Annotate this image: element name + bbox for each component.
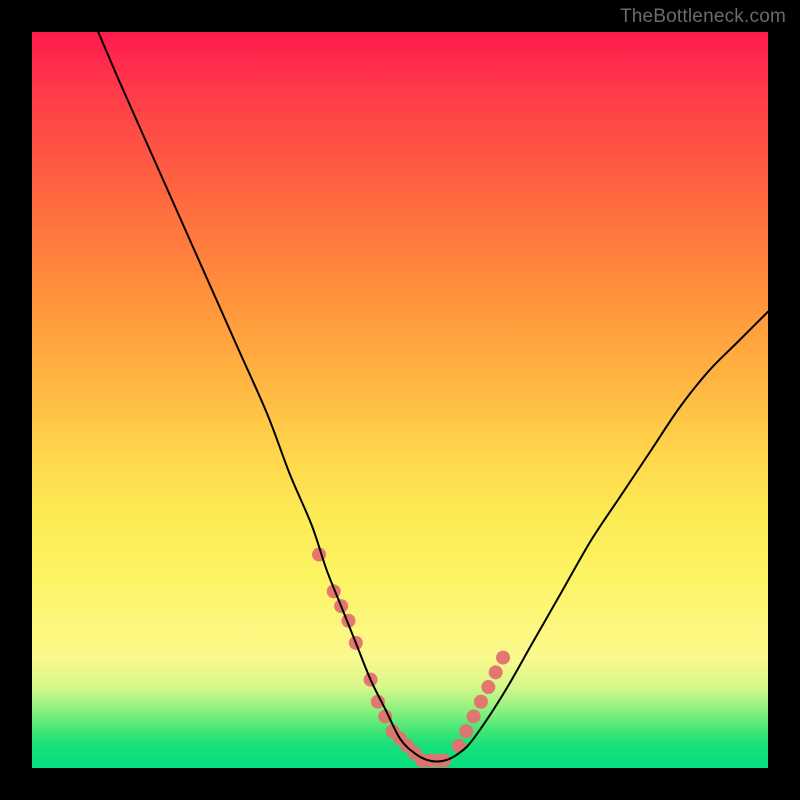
chart-plot-area bbox=[32, 32, 768, 768]
chart-frame: TheBottleneck.com bbox=[0, 0, 800, 800]
chart-svg bbox=[32, 32, 768, 768]
chart-curve bbox=[98, 32, 768, 762]
chart-markers bbox=[312, 548, 510, 768]
watermark-text: TheBottleneck.com bbox=[620, 6, 786, 28]
